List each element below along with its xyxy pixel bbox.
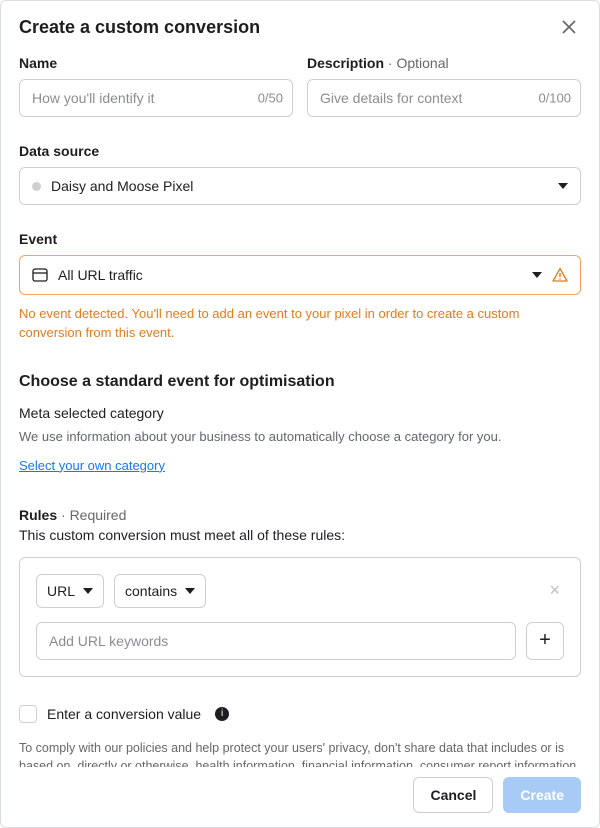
event-value: All URL traffic <box>58 267 522 283</box>
rules-heading: Rules · Required <box>19 507 581 523</box>
close-button[interactable] <box>557 15 581 39</box>
modal-header: Create a custom conversion <box>1 1 599 49</box>
rule-field-select[interactable]: URL <box>36 574 104 608</box>
rules-description: This custom conversion must meet all of … <box>19 527 581 543</box>
name-field: Name 0/50 <box>19 55 293 117</box>
optimisation-help: We use information about your business t… <box>19 429 581 444</box>
create-button[interactable]: Create <box>503 777 581 813</box>
data-source-section: Data source Daisy and Moose Pixel <box>19 143 581 205</box>
cancel-button[interactable]: Cancel <box>413 777 493 813</box>
rules-box: URL contains × + <box>19 557 581 677</box>
event-warning-text: No event detected. You'll need to add an… <box>19 305 581 343</box>
event-section: Event All URL traffic No event detected.… <box>19 231 581 343</box>
status-dot-icon <box>32 182 41 191</box>
description-field: Description · Optional 0/100 <box>307 55 581 117</box>
create-conversion-modal: Create a custom conversion Name 0/50 Des… <box>0 0 600 828</box>
optimisation-sub-label: Meta selected category <box>19 405 581 421</box>
conversion-value-checkbox[interactable] <box>19 705 37 723</box>
data-source-label: Data source <box>19 143 581 159</box>
rule-keyword-input[interactable] <box>36 622 516 660</box>
chevron-down-icon <box>532 272 542 278</box>
conversion-value-label: Enter a conversion value <box>47 706 201 722</box>
legal-text: To comply with our policies and help pro… <box>19 739 581 767</box>
modal-footer: Cancel Create <box>1 767 599 827</box>
select-category-link[interactable]: Select your own category <box>19 458 165 473</box>
optimisation-heading: Choose a standard event for optimisation <box>19 373 581 391</box>
name-counter: 0/50 <box>258 91 283 106</box>
data-source-value: Daisy and Moose Pixel <box>51 178 548 194</box>
chevron-down-icon <box>185 588 195 594</box>
conversion-value-row: Enter a conversion value i <box>19 705 581 723</box>
chevron-down-icon <box>83 588 93 594</box>
plus-icon: + <box>539 629 551 652</box>
name-label: Name <box>19 55 293 71</box>
info-icon[interactable]: i <box>215 707 229 721</box>
data-source-select[interactable]: Daisy and Moose Pixel <box>19 167 581 205</box>
rule-operator-select[interactable]: contains <box>114 574 206 608</box>
close-icon <box>561 19 577 35</box>
warning-icon <box>552 267 568 283</box>
remove-rule-button[interactable]: × <box>545 580 564 601</box>
event-select[interactable]: All URL traffic <box>19 255 581 295</box>
modal-body: Name 0/50 Description · Optional 0/100 D… <box>1 49 599 767</box>
name-input[interactable] <box>19 79 293 117</box>
browser-icon <box>32 267 48 283</box>
add-rule-button[interactable]: + <box>526 622 564 660</box>
description-counter: 0/100 <box>538 91 571 106</box>
event-label: Event <box>19 231 581 247</box>
modal-title: Create a custom conversion <box>19 17 260 38</box>
description-label: Description · Optional <box>307 55 581 71</box>
chevron-down-icon <box>558 183 568 189</box>
